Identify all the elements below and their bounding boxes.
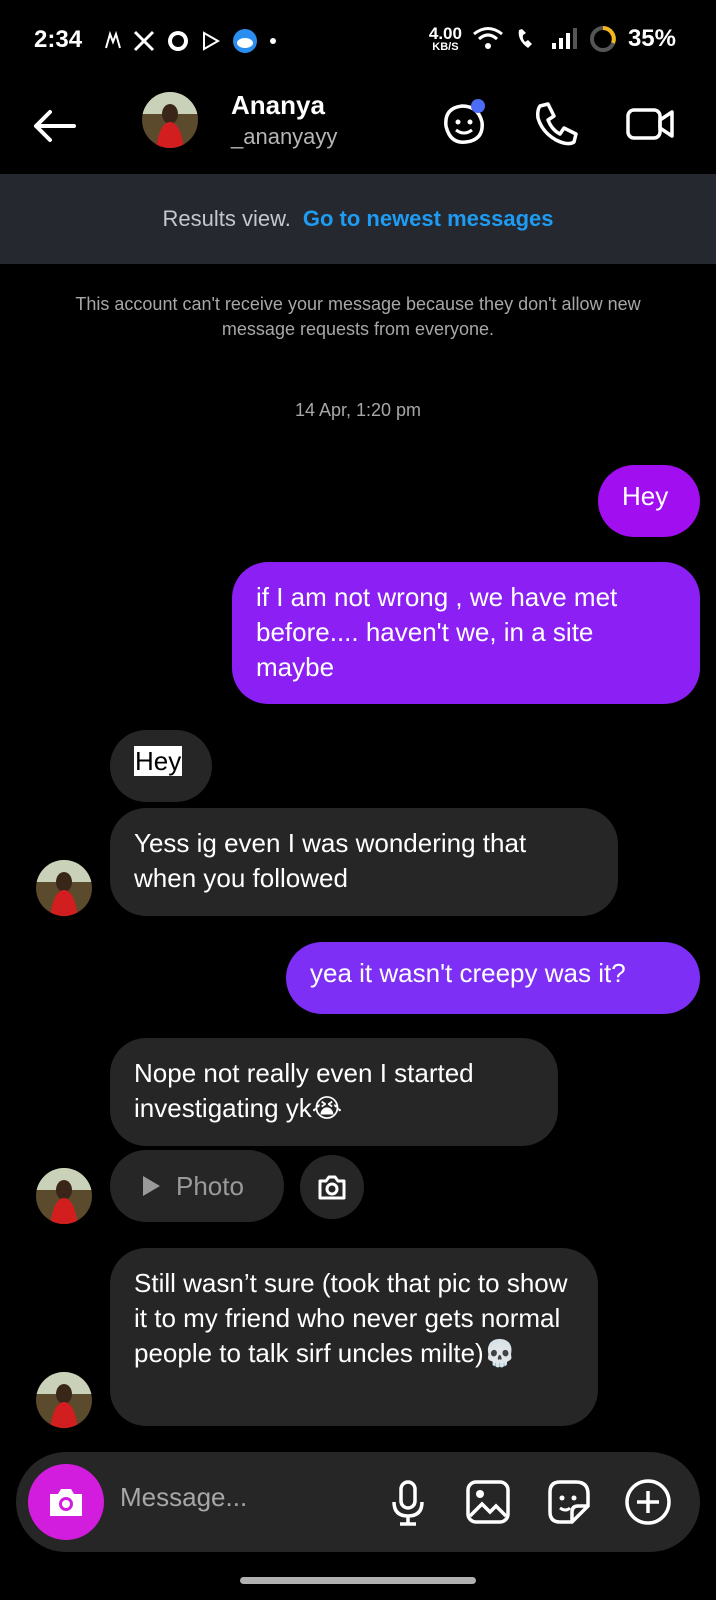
sticker-face-icon[interactable] — [436, 96, 492, 152]
photo-label: Photo — [176, 1170, 244, 1201]
message-composer — [16, 1452, 700, 1552]
net-speed-unit: KB/S — [432, 41, 459, 53]
avatar[interactable] — [142, 92, 198, 148]
weather-cloud-icon — [233, 29, 257, 53]
camera-icon — [50, 1489, 82, 1516]
camera-icon — [318, 1175, 346, 1200]
results-view-label: Results view. — [162, 206, 291, 231]
microphone-icon[interactable] — [382, 1476, 434, 1528]
status-bar: 2:34 4.00 KB/S 35% — [0, 0, 716, 82]
view-photo-button[interactable] — [300, 1155, 364, 1219]
highlighted-text: Hey — [134, 746, 183, 776]
whatsapp-icon — [168, 31, 188, 51]
go-to-newest-link[interactable]: Go to newest messages — [303, 206, 554, 232]
outgoing-message[interactable]: Hey — [598, 465, 700, 537]
results-banner: Results view. Go to newest messages — [0, 174, 716, 264]
net-speed-value: 4.00 — [428, 24, 462, 43]
x-app-icon — [133, 30, 155, 52]
back-arrow-icon[interactable] — [30, 104, 80, 148]
incoming-message[interactable]: Still wasn’t sure (took that pic to show… — [110, 1248, 598, 1426]
m-notification-icon — [105, 30, 121, 49]
incoming-message[interactable]: Hey — [110, 730, 212, 802]
play-icon — [143, 1176, 160, 1196]
gallery-icon[interactable] — [462, 1476, 514, 1528]
phone-icon[interactable] — [528, 96, 584, 152]
wifi-icon — [473, 27, 503, 49]
message-timestamp: 14 Apr, 1:20 pm — [294, 400, 422, 420]
plus-icon[interactable] — [622, 1476, 674, 1528]
camera-button[interactable] — [28, 1464, 104, 1540]
notification-icons — [104, 28, 278, 54]
contact-username[interactable]: _ananyayy — [231, 124, 337, 150]
avatar[interactable] — [36, 1168, 92, 1224]
outgoing-message[interactable]: yea it wasn't creepy was it? — [286, 942, 700, 1014]
wifi-call-icon — [518, 29, 532, 48]
incoming-message[interactable]: Nope not really even I started investiga… — [110, 1038, 558, 1146]
contact-name[interactable]: Ananya — [231, 90, 325, 121]
photo-attachment[interactable]: Photo — [110, 1150, 284, 1222]
restriction-notice: This account can't receive your message … — [75, 294, 641, 339]
dot-icon — [270, 38, 276, 44]
chat-header: Ananya _ananyayy — [0, 82, 716, 174]
sticker-icon[interactable] — [542, 1476, 594, 1528]
avatar[interactable] — [36, 860, 92, 916]
status-time: 2:34 — [34, 26, 83, 53]
battery-percent: 35% — [627, 25, 676, 52]
signal-icon — [551, 28, 577, 49]
net-speed: 4.00 KB/S — [429, 25, 462, 53]
system-icons: 4.00 KB/S 35% — [429, 24, 676, 54]
outgoing-message[interactable]: if I am not wrong , we have met before..… — [232, 562, 700, 704]
home-indicator[interactable] — [240, 1577, 476, 1584]
play-icon — [203, 31, 221, 51]
battery-ring-icon — [589, 26, 616, 52]
incoming-message[interactable]: Yess ig even I was wondering that when y… — [110, 808, 618, 916]
avatar[interactable] — [36, 1372, 92, 1428]
video-call-icon[interactable] — [622, 96, 678, 152]
message-input[interactable] — [120, 1482, 350, 1513]
